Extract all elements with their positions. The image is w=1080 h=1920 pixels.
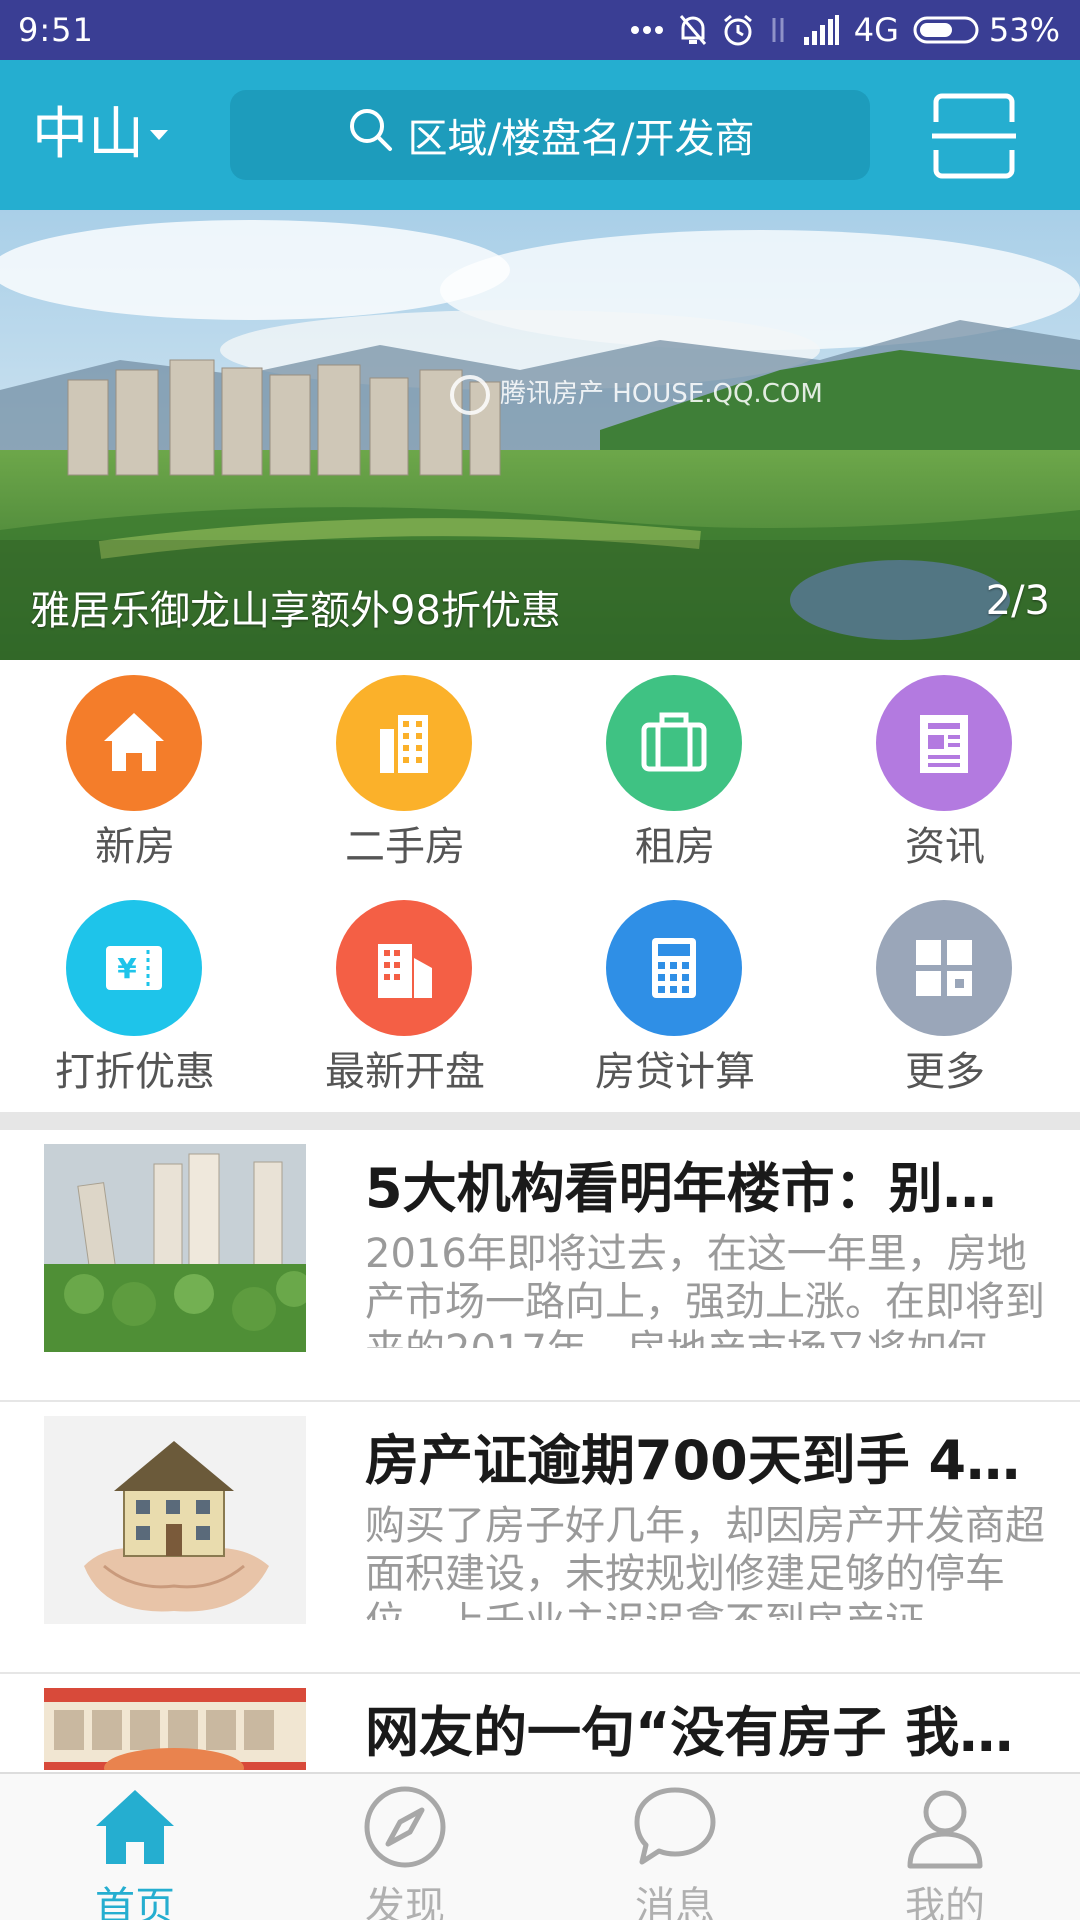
menu-label: 更多 — [905, 1049, 985, 1095]
tab-messages[interactable]: 消息 — [540, 1774, 810, 1920]
house-icon — [66, 675, 202, 811]
news-summary: 2016年即将过去，在这一年里，房地产市场一路向上，强劲上涨。在即将到来的201… — [365, 1231, 1045, 1348]
new-building-icon — [336, 900, 472, 1036]
top-bar: 中山 区域/楼盘名/开发商 — [0, 60, 1080, 210]
tab-me[interactable]: 我的 — [810, 1774, 1080, 1920]
user-icon — [902, 1784, 988, 1870]
chat-bubble-icon — [632, 1784, 718, 1870]
alarm-icon — [722, 13, 754, 47]
tab-home[interactable]: 首页 — [0, 1774, 270, 1920]
building-icon — [336, 675, 472, 811]
battery-percent: 53% — [988, 11, 1060, 49]
banner-caption: 雅居乐御龙山享额外98折优惠 — [30, 588, 561, 634]
tab-label: 消息 — [635, 1884, 715, 1920]
tab-label: 我的 — [905, 1884, 985, 1920]
news-thumbnail — [44, 1144, 306, 1352]
svg-text:¥: ¥ — [117, 952, 137, 985]
scan-button[interactable] — [932, 92, 1016, 180]
news-title: 房产证逾期700天到手 4… — [365, 1429, 1021, 1492]
calculator-icon — [606, 900, 742, 1036]
menu-item-new-opening[interactable]: 最新开盘 — [270, 890, 540, 1110]
tab-label: 首页 — [95, 1884, 175, 1920]
data-arrows-icon — [768, 14, 788, 46]
home-icon — [92, 1784, 178, 1870]
signal-icon — [802, 15, 840, 45]
menu-item-discount[interactable]: ¥ 打折优惠 — [0, 890, 270, 1110]
city-name: 中山 — [32, 102, 144, 167]
promo-banner[interactable]: 腾讯房产 HOUSE.QQ.COM 雅居乐御龙山享额外98折优惠 2/3 — [0, 210, 1080, 660]
more-grid-icon — [876, 900, 1012, 1036]
menu-label: 租房 — [635, 824, 715, 870]
tab-discover[interactable]: 发现 — [270, 1774, 540, 1920]
battery-icon — [913, 16, 979, 44]
menu-item-more[interactable]: 更多 — [810, 890, 1080, 1110]
menu-item-rent[interactable]: 租房 — [540, 665, 810, 885]
menu-item-new-house[interactable]: 新房 — [0, 665, 270, 885]
menu-label: 新房 — [95, 824, 175, 870]
status-time: 9:51 — [18, 11, 94, 49]
menu-label: 二手房 — [345, 824, 465, 870]
news-list: 5大机构看明年楼市：别… 2016年即将过去，在这一年里，房地产市场一路向上，强… — [0, 1130, 1080, 1770]
news-item[interactable]: 网友的一句“没有房子 我… — [0, 1674, 1080, 1770]
menu-label: 资讯 — [905, 824, 985, 870]
compass-icon — [362, 1784, 448, 1870]
news-summary: 购买了房子好几年，却因房产开发商超面积建设，未按规划修建足够的停车位，上千业主迟… — [365, 1503, 1045, 1620]
menu-label: 最新开盘 — [325, 1049, 485, 1095]
battery-indicator: 53% — [913, 11, 1060, 49]
suitcase-icon — [606, 675, 742, 811]
menu-label: 打折优惠 — [55, 1049, 215, 1095]
more-dots-icon — [630, 25, 664, 35]
menu-item-second-hand[interactable]: 二手房 — [270, 665, 540, 885]
search-icon — [346, 105, 408, 165]
dropdown-caret-icon — [150, 130, 168, 140]
quick-menu-grid: 新房 二手房 租房 资讯 ¥ 打折优惠 最新开盘 房贷计算 更多 — [0, 665, 1080, 1110]
news-title: 5大机构看明年楼市：别… — [365, 1157, 997, 1220]
status-bar: 9:51 4G 53% — [0, 0, 1080, 60]
news-item[interactable]: 5大机构看明年楼市：别… 2016年即将过去，在这一年里，房地产市场一路向上，强… — [0, 1130, 1080, 1402]
news-thumbnail — [44, 1416, 306, 1624]
menu-item-mortgage-calc[interactable]: 房贷计算 — [540, 890, 810, 1110]
newspaper-icon — [876, 675, 1012, 811]
app-screen: 9:51 4G 53% 中山 区域/楼盘名/开发商 腾讯房产 HOUSE.QQ.… — [0, 0, 1080, 1920]
coupon-icon: ¥ — [66, 900, 202, 1036]
tab-label: 发现 — [365, 1884, 445, 1920]
news-item[interactable]: 房产证逾期700天到手 4… 购买了房子好几年，却因房产开发商超面积建设，未按规… — [0, 1402, 1080, 1674]
city-selector[interactable]: 中山 — [32, 100, 168, 170]
mute-bell-icon — [678, 13, 708, 47]
news-thumbnail — [44, 1688, 306, 1770]
status-icons: 4G 53% — [630, 11, 1060, 49]
network-type: 4G — [853, 11, 899, 49]
search-placeholder: 区域/楼盘名/开发商 — [407, 116, 755, 162]
section-divider — [0, 1112, 1080, 1130]
banner-page-indicator: 2/3 — [985, 578, 1050, 624]
menu-label: 房贷计算 — [595, 1049, 755, 1095]
scan-icon — [932, 93, 1016, 179]
bottom-tab-bar: 首页 发现 消息 我的 — [0, 1772, 1080, 1920]
news-title: 网友的一句“没有房子 我… — [365, 1701, 1014, 1764]
search-box[interactable]: 区域/楼盘名/开发商 — [230, 90, 870, 180]
banner-watermark: 腾讯房产 HOUSE.QQ.COM — [500, 379, 823, 409]
menu-item-news[interactable]: 资讯 — [810, 665, 1080, 885]
